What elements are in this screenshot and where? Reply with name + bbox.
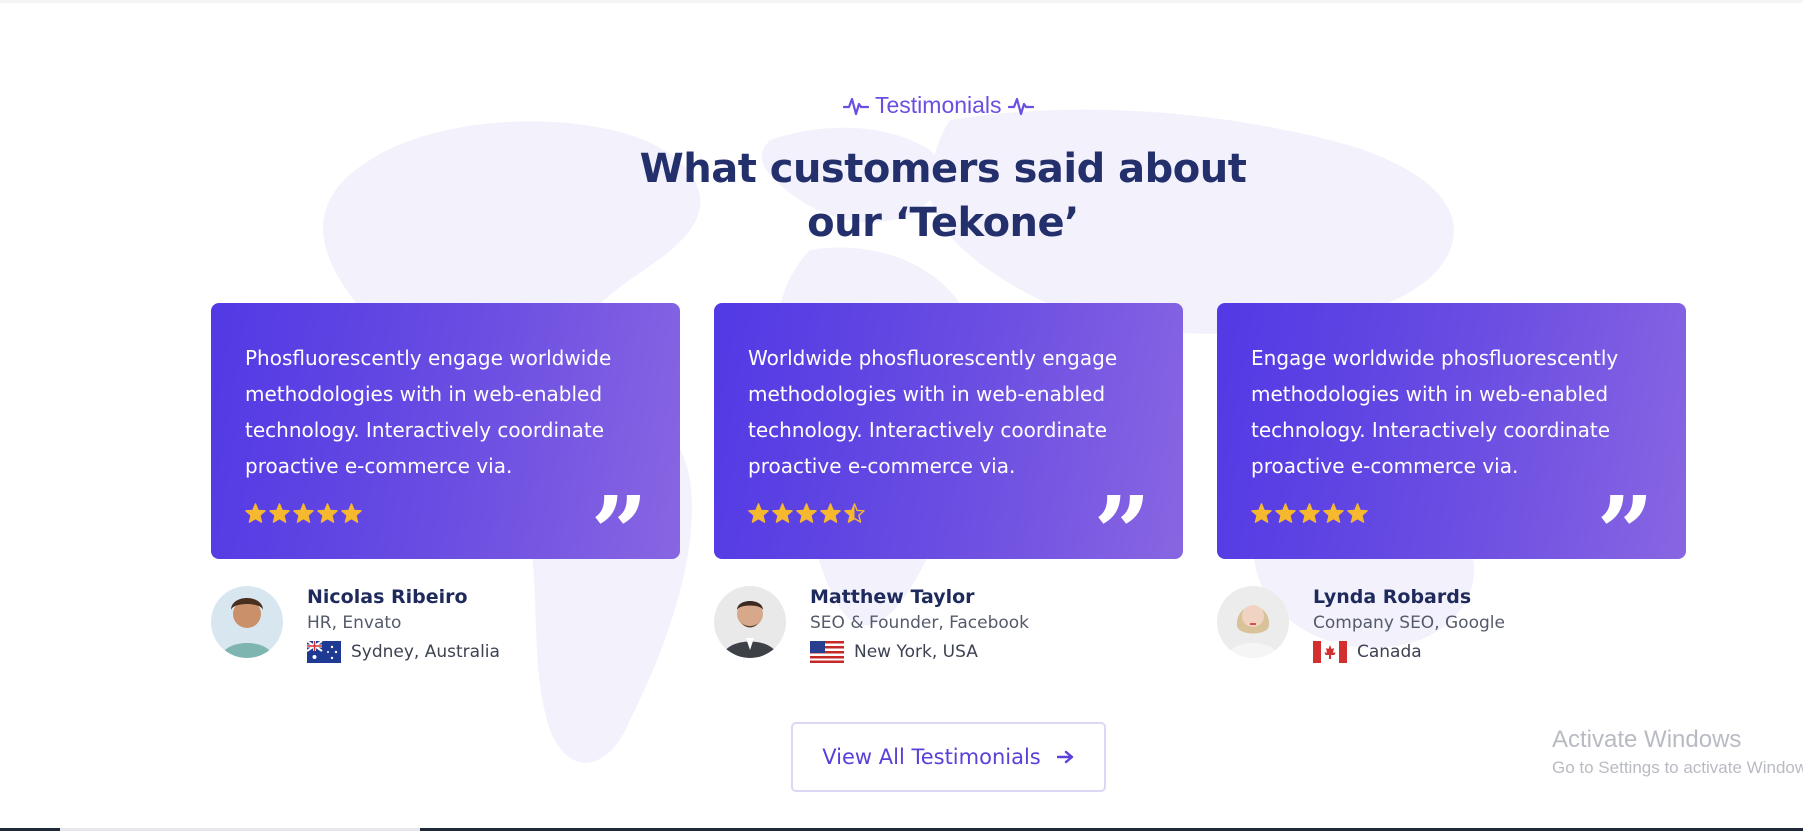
author-role: SEO & Founder, Facebook [810,613,1030,633]
star-full-icon [1275,503,1296,523]
author-location: Canada [1313,641,1422,663]
arrow-right-icon [1056,750,1073,764]
pulse-icon [843,95,869,117]
testimonial-quote: Engage worldwide phosfluorescently metho… [1251,346,1619,478]
star-full-icon [1299,503,1320,523]
star-full-icon [796,503,817,523]
section-eyebrow: Testimonials [843,92,1034,119]
avatar [714,586,786,658]
location-label: Canada [1357,642,1422,662]
view-all-label: View All Testimonials [822,745,1041,769]
author-name: Matthew Taylor [810,586,975,608]
star-full-icon [820,503,841,523]
star-full-icon [293,503,314,523]
avatar [1217,586,1289,658]
section-heading: What customers said about our ‘Tekone’ [600,142,1286,250]
star-full-icon [1251,503,1272,523]
quote-mark-icon: ” [1093,483,1151,543]
author-name: Nicolas Ribeiro [307,586,468,608]
testimonial-card: Phosfluorescently engage worldwide metho… [211,303,680,559]
star-full-icon [772,503,793,523]
author-role: Company SEO, Google [1313,613,1505,633]
star-full-icon [317,503,338,523]
view-all-testimonials-button[interactable]: View All Testimonials [791,722,1106,792]
location-label: Sydney, Australia [351,642,500,662]
avatar [211,586,283,658]
heading-line-1: What customers said about [639,146,1247,192]
star-rating [245,503,362,523]
quote-mark-icon: ” [1596,483,1654,543]
testimonial-quote: Phosfluorescently engage worldwide metho… [245,346,612,478]
australia-flag-icon [307,641,341,663]
star-full-icon [269,503,290,523]
top-divider [0,0,1803,3]
eyebrow-label: Testimonials [875,92,1002,118]
canada-flag-icon [1313,641,1347,663]
testimonial-quote: Worldwide phosfluorescently engage metho… [748,346,1118,478]
star-full-icon [1323,503,1344,523]
star-full-icon [245,503,266,523]
star-full-icon [748,503,769,523]
star-full-icon [1347,503,1368,523]
author-location: Sydney, Australia [307,641,500,663]
star-rating [748,503,865,523]
pulse-icon [1007,95,1034,117]
testimonial-card: Worldwide phosfluorescently engage metho… [714,303,1183,559]
windows-activation-watermark: Activate Windows Go to Settings to activ… [1552,726,1803,778]
author-name: Lynda Robards [1313,586,1472,608]
usa-flag-icon [810,641,844,663]
heading-line-2: our ‘Tekone’ [807,200,1079,246]
location-label: New York, USA [854,642,978,662]
testimonial-card: Engage worldwide phosfluorescently metho… [1217,303,1686,559]
watermark-subtitle: Go to Settings to activate Windows. [1552,758,1803,777]
star-rating [1251,503,1368,523]
author-location: New York, USA [810,641,978,663]
author-role: HR, Envato [307,613,402,633]
star-full-icon [341,503,362,523]
star-half-icon [844,503,865,523]
quote-mark-icon: ” [590,483,648,543]
watermark-title: Activate Windows [1552,726,1742,753]
